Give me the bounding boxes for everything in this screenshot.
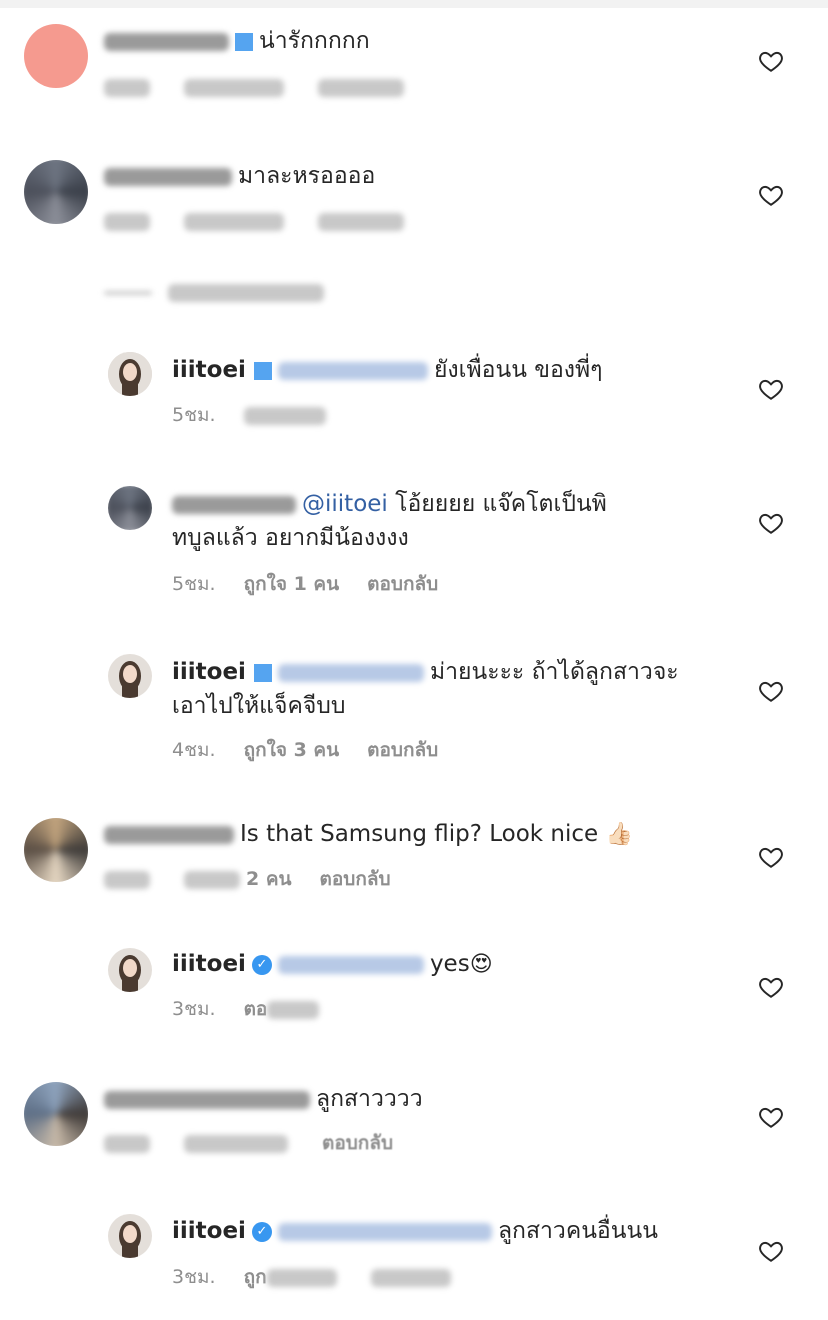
comment-meta: 4ชม. ถูกใจ 3 คน ตอบกลับ [172, 737, 438, 763]
username-redacted[interactable] [104, 1090, 310, 1109]
mention-link[interactable]: @iiitoei [302, 491, 388, 517]
comment-meta [104, 74, 410, 100]
username-redacted[interactable] [104, 32, 229, 51]
tag-icon [253, 663, 272, 682]
timestamp: 5ชม. [172, 404, 216, 426]
heart-icon[interactable] [758, 974, 784, 1000]
comment-text: ยังเพื่อนน ของพี่ๆ [433, 357, 603, 383]
thumbs-up-icon: 👍🏻 [605, 822, 633, 847]
top-edge [0, 0, 828, 8]
verified-badge-icon: ✓ [251, 1221, 272, 1242]
comment-text: น่ารักกกกก [259, 28, 370, 54]
username[interactable]: iiitoei [172, 1218, 246, 1244]
comment-meta: ตอบกลับ [104, 1130, 393, 1156]
comment-text-line2: ทบูลแล้ว อยากมีน้องงงง [172, 525, 409, 551]
reply-button[interactable]: ตอ [244, 998, 268, 1020]
username[interactable]: iiitoei [172, 357, 246, 383]
comment-meta: 5ชม. [172, 402, 332, 428]
avatar[interactable] [108, 352, 152, 396]
avatar[interactable] [24, 24, 88, 88]
heart-icon[interactable] [758, 1104, 784, 1130]
heart-icon[interactable] [758, 678, 784, 704]
reply-button[interactable]: ตอบกลับ [322, 1132, 393, 1154]
username[interactable]: iiitoei [172, 951, 246, 977]
heart-icon[interactable] [758, 48, 784, 74]
heart-icon[interactable] [758, 182, 784, 208]
comment-meta [104, 208, 410, 234]
likes-count[interactable]: 2 คน [246, 868, 292, 890]
comment-meta: 3ชม. ตอ [172, 996, 325, 1022]
comment-text: ม่ายนะะะ ถ้าได้ลูกสาวจะ [429, 659, 679, 685]
avatar[interactable] [24, 1082, 88, 1146]
mention-redacted[interactable] [277, 1222, 492, 1241]
reply-button[interactable]: ตอบกลับ [367, 739, 438, 761]
username-redacted[interactable] [172, 495, 296, 514]
heart-icon[interactable] [758, 510, 784, 536]
comment-meta: 5ชม. ถูกใจ 1 คน ตอบกลับ [172, 571, 438, 597]
likes-partial[interactable]: ถูก [244, 1266, 267, 1288]
mention-redacted[interactable] [277, 663, 424, 682]
comment-meta: 3ชม. ถูก [172, 1264, 457, 1290]
username-redacted[interactable] [104, 167, 232, 186]
mention-redacted[interactable] [277, 955, 424, 974]
avatar[interactable] [108, 486, 152, 530]
avatar[interactable] [108, 654, 152, 698]
username-redacted[interactable] [104, 825, 234, 844]
comment-text: Is that Samsung flip? Look nice [240, 821, 599, 847]
comment-text: ลูกสาวววว [316, 1086, 423, 1112]
heart-icon[interactable] [758, 1238, 784, 1264]
reply-button[interactable]: ตอบกลับ [320, 868, 391, 890]
username[interactable]: iiitoei [172, 659, 246, 685]
avatar[interactable] [24, 160, 88, 224]
avatar[interactable] [108, 948, 152, 992]
timestamp: 5ชม. [172, 573, 216, 595]
heart-icon[interactable] [758, 376, 784, 402]
timestamp: 4ชม. [172, 739, 216, 761]
timestamp: 3ชม. [172, 998, 216, 1020]
view-replies-button[interactable] [104, 282, 330, 306]
heart-icon[interactable] [758, 844, 784, 870]
comment-text: โอ้ยยยย แจ๊คโตเป็นพิ [395, 491, 607, 517]
comment-text: yes [429, 951, 470, 977]
heart-eyes-icon: 😍 [469, 952, 493, 977]
tag-icon [235, 32, 253, 51]
tag-icon [253, 361, 272, 380]
likes-count[interactable]: ถูกใจ 1 คน [244, 573, 340, 595]
comment-text: มาละหรออออ [238, 163, 376, 189]
verified-badge-icon: ✓ [251, 954, 272, 975]
comment-meta: 2 คน ตอบกลับ [104, 866, 391, 892]
timestamp: 3ชม. [172, 1266, 216, 1288]
likes-count[interactable]: ถูกใจ 3 คน [244, 739, 340, 761]
reply-button[interactable]: ตอบกลับ [367, 573, 438, 595]
avatar[interactable] [108, 1214, 152, 1258]
mention-redacted[interactable] [277, 361, 428, 380]
comment-text-line2: เอาไปให้แจ็คจีบบ [172, 693, 346, 719]
avatar[interactable] [24, 818, 88, 882]
comment-text: ลูกสาวคนอื่นนน [497, 1218, 658, 1244]
